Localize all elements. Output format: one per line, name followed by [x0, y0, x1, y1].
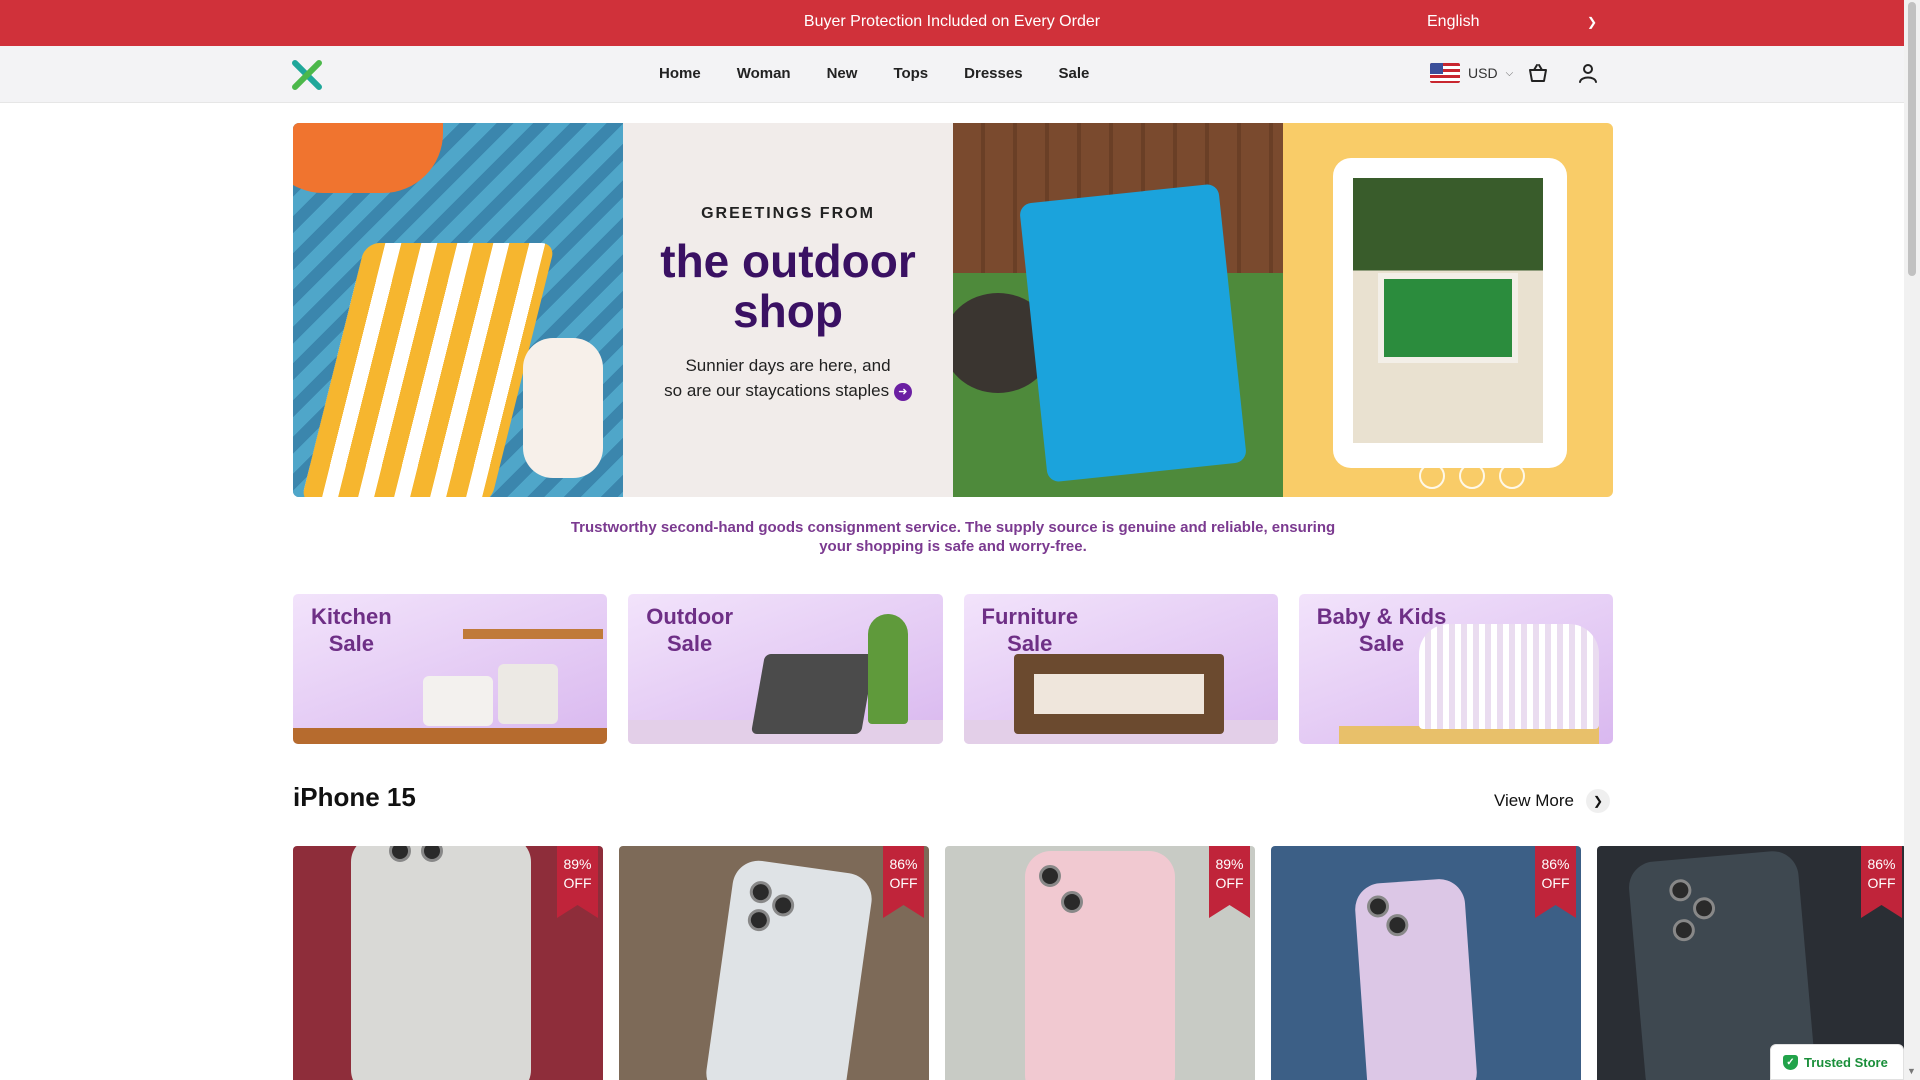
hero-greeting: GREETINGS FROM — [701, 205, 875, 222]
trust-tagline: Trustworthy second-hand goods consignmen… — [540, 518, 1366, 556]
hero-headline-line1: the outdoor — [660, 235, 916, 287]
hero-pool-image — [293, 123, 623, 497]
category-baby-kids-sale[interactable]: Baby & Kids Sale — [1298, 594, 1613, 744]
discount-percent: 86% — [1867, 856, 1896, 872]
discount-badge: 86% OFF — [1535, 846, 1576, 918]
category-label-line2: Sale — [1007, 631, 1053, 656]
discount-badge: 89% OFF — [1209, 846, 1250, 918]
product-card[interactable]: 89% OFF — [293, 846, 603, 1080]
category-outdoor-sale[interactable]: Outdoor Sale — [628, 594, 943, 744]
discount-off: OFF — [563, 875, 592, 891]
hero-subtext-line1: Sunnier days are here, and — [685, 356, 891, 375]
category-banners: Kitchen Sale Outdoor Sale Furniture Sale… — [293, 594, 1613, 744]
logo-icon[interactable] — [292, 60, 322, 90]
category-label: Furniture Sale — [982, 603, 1079, 657]
category-label: Baby & Kids Sale — [1317, 603, 1447, 657]
cart-icon[interactable] — [1527, 62, 1549, 84]
shield-check-icon: ✓ — [1783, 1054, 1798, 1070]
scroll-down-arrow-icon[interactable]: ▼ — [1907, 1066, 1916, 1076]
hero-subtext: Sunnier days are here, and so are our st… — [623, 353, 953, 403]
hero-text-panel: GREETINGS FROM the outdoor shop Sunnier … — [623, 123, 953, 497]
language-selector[interactable]: English ❯ — [1427, 13, 1597, 31]
discount-percent: 86% — [1541, 856, 1570, 872]
announcement-bar: Buyer Protection Included on Every Order… — [0, 0, 1904, 46]
chevron-right-icon: ❯ — [1586, 789, 1610, 813]
hero-cart-image — [1283, 123, 1613, 497]
tagline-line1: Trustworthy second-hand goods consignmen… — [570, 519, 1336, 536]
hero-chair-image — [953, 123, 1283, 497]
hero-headline: the outdoor shop — [623, 236, 953, 336]
product-row: 89% OFF 86% OFF 89% OFF 86% OFF 86% OFF — [293, 846, 1907, 1080]
section-title: iPhone 15 — [293, 782, 416, 812]
carousel-dot[interactable] — [1499, 463, 1525, 489]
nav-tops[interactable]: Tops — [893, 65, 928, 82]
tagline-line2: your shopping is safe and worry-free. — [819, 538, 1087, 555]
discount-off: OFF — [1215, 875, 1244, 891]
nav-sale[interactable]: Sale — [1059, 65, 1090, 82]
discount-percent: 89% — [1215, 856, 1244, 872]
currency-label: USD — [1468, 65, 1498, 81]
view-more-link[interactable]: View More ❯ — [1494, 789, 1610, 813]
discount-percent: 89% — [563, 856, 592, 872]
discount-percent: 86% — [889, 856, 918, 872]
category-kitchen-sale[interactable]: Kitchen Sale — [293, 594, 608, 744]
nav-home[interactable]: Home — [659, 65, 701, 82]
discount-off: OFF — [1541, 875, 1570, 891]
category-label: Kitchen Sale — [311, 603, 392, 657]
currency-selector[interactable]: USD ⌵ — [1430, 63, 1513, 83]
category-label-line1: Furniture — [981, 604, 1079, 629]
scrollbar-thumb[interactable] — [1908, 2, 1916, 276]
us-flag-icon — [1430, 63, 1460, 83]
user-account-icon[interactable] — [1577, 62, 1599, 84]
discount-off: OFF — [1867, 875, 1896, 891]
chevron-down-icon: ❯ — [1586, 15, 1597, 29]
category-label-line2: Sale — [1358, 631, 1405, 656]
category-label-line1: Kitchen — [311, 604, 392, 629]
carousel-dots — [1419, 463, 1525, 489]
nav-dresses[interactable]: Dresses — [964, 65, 1022, 82]
language-label: English — [1427, 13, 1480, 30]
carousel-dot[interactable] — [1459, 463, 1485, 489]
category-label-line2: Sale — [667, 631, 713, 656]
nav-new[interactable]: New — [827, 65, 858, 82]
discount-badge: 86% OFF — [1861, 846, 1902, 918]
hero-headline-line2: shop — [733, 285, 843, 337]
chevron-down-icon: ⌵ — [1505, 67, 1514, 79]
trusted-store-label: Trusted Store — [1804, 1054, 1888, 1070]
discount-badge: 86% OFF — [883, 846, 924, 918]
category-label-line1: Outdoor — [646, 604, 734, 629]
product-card[interactable]: 89% OFF — [945, 846, 1255, 1080]
product-card[interactable]: 86% OFF — [619, 846, 929, 1080]
category-furniture-sale[interactable]: Furniture Sale — [963, 594, 1278, 744]
carousel-dot[interactable] — [1419, 463, 1445, 489]
nav-woman[interactable]: Woman — [737, 65, 791, 82]
site-header: Home Woman New Tops Dresses Sale USD ⌵ — [0, 46, 1904, 103]
discount-off: OFF — [889, 875, 918, 891]
arrow-right-icon[interactable]: ➜ — [893, 382, 912, 401]
view-more-label: View More — [1494, 791, 1574, 810]
page-scrollbar[interactable]: ▼ — [1904, 0, 1920, 1080]
hero-banner[interactable]: GREETINGS FROM the outdoor shop Sunnier … — [293, 123, 1613, 497]
category-label-line1: Baby & Kids — [1316, 604, 1447, 629]
hero-subtext-line2: so are our staycations staples — [664, 381, 890, 400]
discount-badge: 89% OFF — [557, 846, 598, 918]
category-label-line2: Sale — [328, 631, 374, 656]
category-label: Outdoor Sale — [646, 603, 733, 657]
main-nav: Home Woman New Tops Dresses Sale — [659, 65, 1125, 82]
trusted-store-badge[interactable]: ✓ Trusted Store — [1770, 1044, 1904, 1080]
product-card[interactable]: 86% OFF — [1271, 846, 1581, 1080]
announcement-text: Buyer Protection Included on Every Order — [803, 13, 1101, 30]
